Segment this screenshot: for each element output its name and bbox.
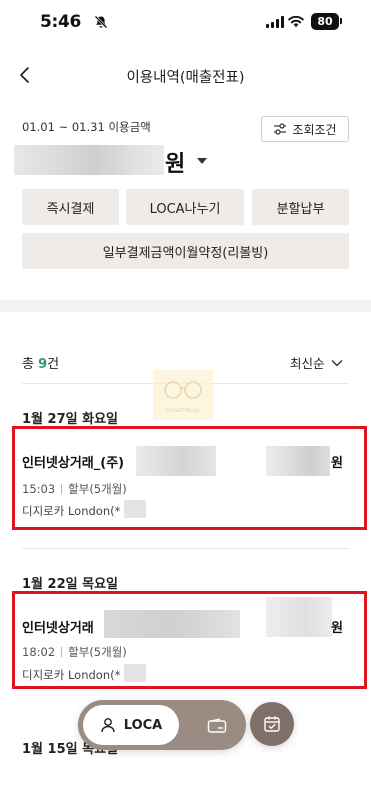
sliders-icon: [274, 123, 287, 135]
card-name: 디지로카 London(*: [22, 504, 121, 518]
amount-dropdown-caret-icon[interactable]: [197, 158, 207, 164]
redacted-merchant: [104, 610, 240, 638]
watermark-text: SmartMLab: [165, 407, 201, 414]
period-label: 01.01 ~ 01.31 이용금액: [22, 120, 151, 134]
transaction-time: 18:02: [22, 645, 56, 659]
section-divider: [0, 300, 371, 312]
status-bar: 5:46 80: [0, 0, 371, 46]
amount-unit: 원: [165, 152, 186, 177]
total-suffix: 건: [47, 357, 60, 372]
cellular-signal-icon: [266, 16, 284, 28]
glasses-icon: [164, 381, 202, 399]
meta-separator: [61, 647, 63, 657]
list-divider: [22, 548, 349, 549]
calendar-button[interactable]: [250, 702, 294, 746]
amount-redacted: [14, 145, 164, 175]
transaction-meta: 15:03 할부(5개월): [22, 481, 127, 497]
date-header: 1월 22일 목요일: [22, 577, 118, 592]
calendar-check-icon: [264, 716, 280, 732]
wallet-icon: [207, 718, 227, 733]
nav-bar: 이용내역(매출전표): [0, 54, 371, 98]
meta-separator: [61, 484, 63, 494]
revolving-button[interactable]: 일부결제금액이월약정(리볼빙): [22, 233, 349, 269]
watermark-logo: SmartMLab: [153, 370, 213, 420]
page-title: 이용내역(매출전표): [126, 70, 245, 86]
wifi-icon: [288, 15, 304, 28]
total-count: 9: [38, 357, 48, 372]
filter-button-label: 조회조건: [292, 122, 337, 137]
sort-dropdown[interactable]: 최신순: [290, 353, 343, 372]
redacted-card-number: [124, 664, 146, 682]
amount-unit: 원: [331, 456, 343, 471]
loca-split-button[interactable]: LOCA나누기: [126, 189, 244, 225]
installment-label: 할부(5개월): [68, 482, 127, 496]
sort-label: 최신순: [290, 356, 325, 371]
card-name: 디지로카 London(*: [22, 668, 121, 682]
battery-indicator: 80: [311, 13, 339, 30]
loca-tab[interactable]: LOCA: [83, 705, 179, 745]
amount-unit: 원: [331, 621, 343, 636]
wallet-tab[interactable]: [197, 711, 237, 741]
transaction-time: 15:03: [22, 482, 56, 496]
instant-pay-button[interactable]: 즉시결제: [22, 189, 119, 225]
installment-label: 할부(5개월): [68, 645, 127, 659]
transaction-meta: 18:02 할부(5개월): [22, 644, 127, 660]
redacted-amount: [266, 597, 332, 637]
installment-button[interactable]: 분할납부: [252, 189, 349, 225]
filter-button[interactable]: 조회조건: [261, 116, 349, 142]
date-header: 1월 27일 화요일: [22, 412, 118, 427]
redacted-card-number: [124, 500, 146, 518]
status-time: 5:46: [40, 12, 82, 32]
loca-tab-label: LOCA: [123, 717, 163, 733]
chevron-down-icon: [331, 359, 343, 366]
bell-muted-icon: [94, 15, 108, 29]
total-count-label: 총 9건: [22, 353, 59, 372]
merchant-name[interactable]: 인터넷상거래_(주): [22, 452, 124, 471]
redacted-amount: [266, 446, 330, 476]
user-icon: [101, 718, 115, 733]
redacted-merchant: [136, 446, 216, 476]
merchant-name[interactable]: 인터넷상거래: [22, 617, 94, 636]
battery-tip: [340, 18, 342, 24]
total-prefix: 총: [22, 357, 39, 372]
